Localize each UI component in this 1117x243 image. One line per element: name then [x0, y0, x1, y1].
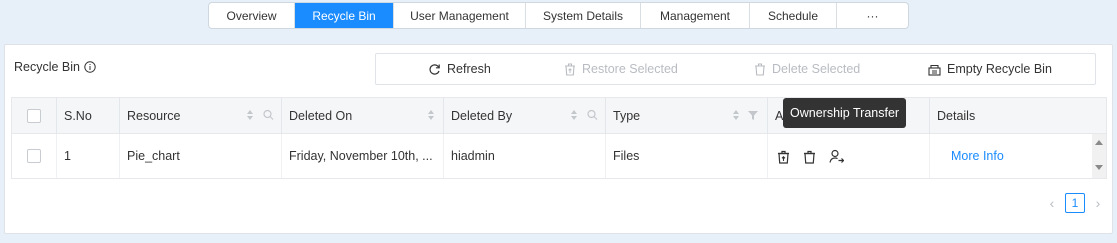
- cell-resource: Pie_chart: [120, 134, 282, 178]
- toolbar: Refresh Restore Selected Delete Selected…: [375, 53, 1096, 85]
- column-label: Type: [613, 109, 641, 123]
- sort-icon[interactable]: [246, 109, 254, 124]
- row-checkbox[interactable]: [27, 149, 41, 163]
- refresh-button[interactable]: Refresh: [428, 54, 491, 84]
- tab-schedule[interactable]: Schedule: [750, 3, 837, 28]
- restore-icon: [564, 62, 576, 76]
- column-label: Deleted By: [451, 109, 513, 123]
- column-header-details: Details: [930, 98, 1106, 134]
- cell-type: Files: [606, 134, 768, 178]
- column-label: Deleted On: [289, 109, 353, 123]
- tab-user-management[interactable]: User Management: [394, 3, 526, 28]
- ownership-transfer-tooltip: Ownership Transfer: [783, 98, 907, 128]
- delete-selected-button[interactable]: Delete Selected: [754, 54, 860, 84]
- tab-management[interactable]: Management: [641, 3, 750, 28]
- column-header-type[interactable]: Type: [606, 98, 768, 134]
- select-all-checkbox[interactable]: [27, 109, 41, 123]
- refresh-label: Refresh: [447, 62, 491, 76]
- page-number-button[interactable]: 1: [1065, 193, 1085, 213]
- previous-page-icon[interactable]: ‹: [1045, 195, 1059, 211]
- refresh-icon: [428, 63, 441, 76]
- column-header-deleted-on[interactable]: Deleted On: [282, 98, 444, 134]
- tab-system-details[interactable]: System Details: [526, 3, 641, 28]
- cell-actions: [768, 134, 930, 178]
- more-info-link[interactable]: More Info: [951, 149, 1004, 163]
- empty-bin-icon: [928, 63, 941, 76]
- cell-sno: 1: [57, 134, 120, 178]
- column-header-deleted-by[interactable]: Deleted By: [444, 98, 606, 134]
- sort-icon[interactable]: [732, 109, 740, 124]
- empty-recycle-bin-button[interactable]: Empty Recycle Bin: [928, 54, 1052, 84]
- recycle-bin-panel: Recycle Bin Refresh Restore Selected Del…: [4, 44, 1113, 234]
- sort-icon[interactable]: [570, 109, 578, 124]
- search-icon[interactable]: [263, 109, 274, 124]
- column-label: S.No: [64, 109, 92, 123]
- column-label: Details: [937, 109, 976, 123]
- table-scrollbar[interactable]: [1092, 134, 1106, 178]
- tab-more[interactable]: ···: [837, 3, 908, 28]
- next-page-icon[interactable]: ›: [1091, 195, 1105, 211]
- delete-label: Delete Selected: [772, 62, 861, 76]
- column-header-sno: S.No: [57, 98, 120, 134]
- panel-title-text: Recycle Bin: [14, 60, 80, 74]
- pagination: ‹ 1 ›: [1045, 193, 1105, 213]
- restore-selected-button[interactable]: Restore Selected: [564, 54, 678, 84]
- filter-icon[interactable]: [748, 110, 758, 124]
- select-all-cell: [12, 98, 57, 134]
- column-label: Resource: [127, 109, 181, 123]
- ownership-transfer-icon[interactable]: [829, 149, 844, 164]
- recycle-bin-table: S.No Resource Deleted On Deleted By Type…: [11, 97, 1107, 179]
- row-select-cell: [12, 134, 57, 178]
- table-header: S.No Resource Deleted On Deleted By Type…: [12, 98, 1106, 134]
- restore-label: Restore Selected: [582, 62, 678, 76]
- trash-icon: [754, 62, 766, 76]
- column-header-resource[interactable]: Resource: [120, 98, 282, 134]
- tab-overview[interactable]: Overview: [209, 3, 295, 28]
- trash-icon[interactable]: [803, 149, 816, 164]
- panel-title: Recycle Bin: [14, 60, 96, 74]
- tab-recycle-bin[interactable]: Recycle Bin: [295, 3, 394, 28]
- empty-label: Empty Recycle Bin: [947, 62, 1052, 76]
- info-circle-icon[interactable]: [84, 61, 96, 73]
- sort-icon[interactable]: [427, 109, 435, 124]
- tab-bar: Overview Recycle Bin User Management Sys…: [208, 2, 909, 29]
- restore-icon[interactable]: [777, 149, 790, 164]
- search-icon[interactable]: [587, 109, 598, 124]
- cell-deleted-on: Friday, November 10th, ...: [282, 134, 444, 178]
- scroll-down-arrow-icon[interactable]: [1095, 165, 1103, 170]
- cell-deleted-by: hiadmin: [444, 134, 606, 178]
- table-row[interactable]: 1 Pie_chart Friday, November 10th, ... h…: [12, 134, 1092, 178]
- cell-details: More Info: [930, 134, 1092, 178]
- scroll-up-arrow-icon[interactable]: [1095, 140, 1103, 145]
